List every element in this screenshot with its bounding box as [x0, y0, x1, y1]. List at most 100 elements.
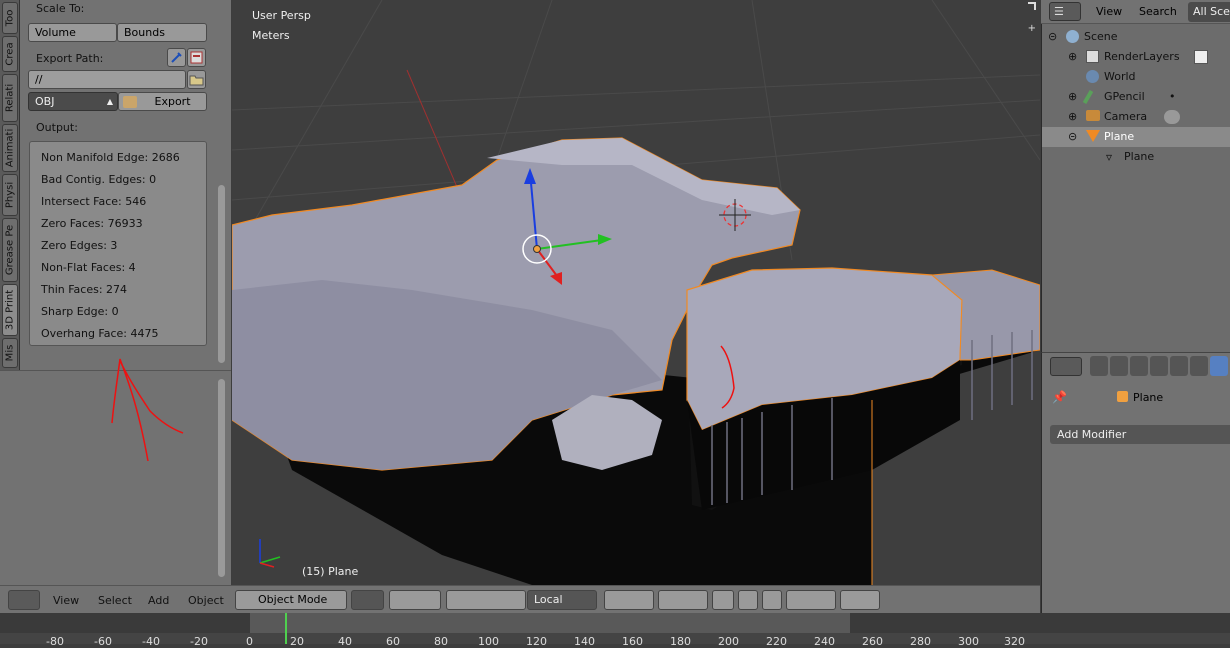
menu-select[interactable]: Select: [98, 594, 132, 607]
tab-animation[interactable]: Animati: [2, 124, 18, 172]
tick-label: 300: [958, 635, 979, 648]
outliner-item-gpencil[interactable]: ⊕ GPencil •: [1042, 87, 1230, 107]
tick-label: 160: [622, 635, 643, 648]
tab-create[interactable]: Crea: [2, 36, 18, 72]
menu-view[interactable]: View: [53, 594, 79, 607]
tick-label: 200: [718, 635, 739, 648]
scale-bounds-button[interactable]: Bounds: [117, 23, 207, 42]
toolshelf-scrollbar[interactable]: [218, 185, 225, 363]
axis-widget: [259, 539, 281, 568]
modifier-wrench-icon[interactable]: [1210, 356, 1228, 376]
operator-scrollbar[interactable]: [218, 379, 225, 577]
manipulator-buttons[interactable]: [446, 590, 526, 610]
outliner-item-camera[interactable]: ⊕ Camera: [1042, 107, 1230, 127]
tick-label: 80: [434, 635, 448, 648]
eyedropper-icon[interactable]: [167, 48, 186, 67]
proportional-icon[interactable]: [738, 590, 758, 610]
expand-icon[interactable]: ⊕: [1068, 110, 1077, 123]
snap-target-select[interactable]: [786, 590, 836, 610]
viewport-header: View Select Add Object Object Mode Local: [0, 585, 1040, 613]
timeline[interactable]: -80 -60 -40 -20 0 20 40 60 80 100 120 14…: [0, 613, 1230, 648]
mode-select[interactable]: Object Mode: [235, 590, 347, 610]
3d-viewport[interactable]: User Persp Meters (15) Plane +: [232, 0, 1040, 585]
constraints-icon[interactable]: [1190, 356, 1208, 376]
export-path-field[interactable]: //: [28, 70, 186, 89]
export-format-select[interactable]: OBJ ▲: [28, 92, 118, 111]
expand-icon[interactable]: ⊕: [1068, 50, 1077, 63]
tick-label: 220: [766, 635, 787, 648]
tick-label: 140: [574, 635, 595, 648]
grease-pencil-icon: [1082, 89, 1094, 105]
collapse-icon[interactable]: ⊝: [1068, 130, 1077, 143]
tab-physics[interactable]: Physi: [2, 174, 18, 216]
pivot-select[interactable]: [389, 590, 441, 610]
tab-grease-pencil[interactable]: Grease Pe: [2, 218, 18, 282]
tick-label: 260: [862, 635, 883, 648]
tab-tools[interactable]: Too: [2, 2, 18, 34]
tick-label: -40: [142, 635, 160, 648]
tick-label: 20: [290, 635, 304, 648]
orientation-select[interactable]: Local: [527, 590, 597, 610]
tab-relations[interactable]: Relati: [2, 74, 18, 122]
folder-icon[interactable]: [187, 70, 206, 89]
collapse-icon[interactable]: ⊝: [1048, 30, 1057, 43]
outliner-header: ☰ View Search All Scenes: [1041, 0, 1230, 24]
layers-grid-1[interactable]: [604, 590, 654, 610]
file-browse-icon[interactable]: [187, 48, 206, 67]
outliner-item-plane-mesh[interactable]: ▿ Plane: [1042, 147, 1230, 167]
world-icon[interactable]: [1150, 356, 1168, 376]
mesh-data-icon: ▿: [1106, 150, 1113, 164]
scene-icon[interactable]: [1130, 356, 1148, 376]
shading-select[interactable]: [351, 590, 384, 610]
output-thin-faces[interactable]: Thin Faces: 274: [41, 283, 127, 296]
tab-3d-print[interactable]: 3D Print: [2, 284, 18, 336]
output-intersect-face[interactable]: Intersect Face: 546: [41, 195, 146, 208]
properties-panel: 📌 Plane Add Modifier: [1041, 352, 1230, 644]
render-icon[interactable]: [1090, 356, 1108, 376]
menu-view[interactable]: View: [1096, 5, 1122, 18]
add-modifier-button[interactable]: Add Modifier: [1050, 425, 1230, 444]
tick-label: 40: [338, 635, 352, 648]
output-zero-faces[interactable]: Zero Faces: 76933: [41, 217, 143, 230]
scale-volume-button[interactable]: Volume: [28, 23, 117, 42]
outliner-item-scene[interactable]: ⊝ Scene: [1042, 27, 1230, 47]
editor-type-select[interactable]: ☰: [1049, 2, 1081, 21]
current-frame-marker[interactable]: [285, 613, 287, 644]
render-layers-icon[interactable]: [1194, 50, 1208, 64]
toolshelf-tabs: Too Crea Relati Animati Physi Grease Pe …: [0, 0, 20, 370]
output-zero-edges[interactable]: Zero Edges: 3: [41, 239, 117, 252]
output-non-manifold-edge[interactable]: Non Manifold Edge: 2686: [41, 151, 180, 164]
scene-filter-select[interactable]: All Scenes: [1188, 2, 1230, 22]
output-overhang-face[interactable]: Overhang Face: 4475: [41, 327, 159, 340]
render-camera-icon[interactable]: [840, 590, 880, 610]
expand-icon[interactable]: ⊕: [1068, 90, 1077, 103]
layers-grid-2[interactable]: [658, 590, 708, 610]
pin-icon[interactable]: 📌: [1052, 390, 1067, 404]
tab-misc[interactable]: Mis: [2, 338, 18, 368]
output-sharp-edge[interactable]: Sharp Edge: 0: [41, 305, 119, 318]
menu-search[interactable]: Search: [1139, 5, 1177, 18]
export-icon: [123, 96, 137, 108]
snap-icon[interactable]: [762, 590, 782, 610]
tick-label: -20: [190, 635, 208, 648]
outliner-item-plane[interactable]: ⊝ Plane: [1042, 127, 1230, 147]
output-bad-contig-edges[interactable]: Bad Contig. Edges: 0: [41, 173, 156, 186]
properties-editor-select[interactable]: [1050, 357, 1082, 376]
layers-icon[interactable]: [712, 590, 734, 610]
render-layers-icon[interactable]: [1110, 356, 1128, 376]
expand-icon[interactable]: +: [1028, 23, 1036, 34]
outliner-item-renderlayers[interactable]: ⊕ RenderLayers: [1042, 47, 1230, 67]
editor-type-select[interactable]: [8, 590, 40, 610]
output-non-flat-faces[interactable]: Non-Flat Faces: 4: [41, 261, 136, 274]
camera-data-icon[interactable]: [1164, 110, 1180, 124]
object-icon[interactable]: [1170, 356, 1188, 376]
menu-object[interactable]: Object: [188, 594, 224, 607]
export-button[interactable]: Export: [118, 92, 207, 111]
export-path-label: Export Path:: [36, 52, 104, 65]
menu-add[interactable]: Add: [148, 594, 169, 607]
properties-tabs: [1090, 356, 1230, 377]
corner-resize-icon[interactable]: [1028, 2, 1036, 10]
viewport-scene: [232, 0, 1040, 585]
outliner-item-world[interactable]: World: [1042, 67, 1230, 87]
tick-label: -80: [46, 635, 64, 648]
